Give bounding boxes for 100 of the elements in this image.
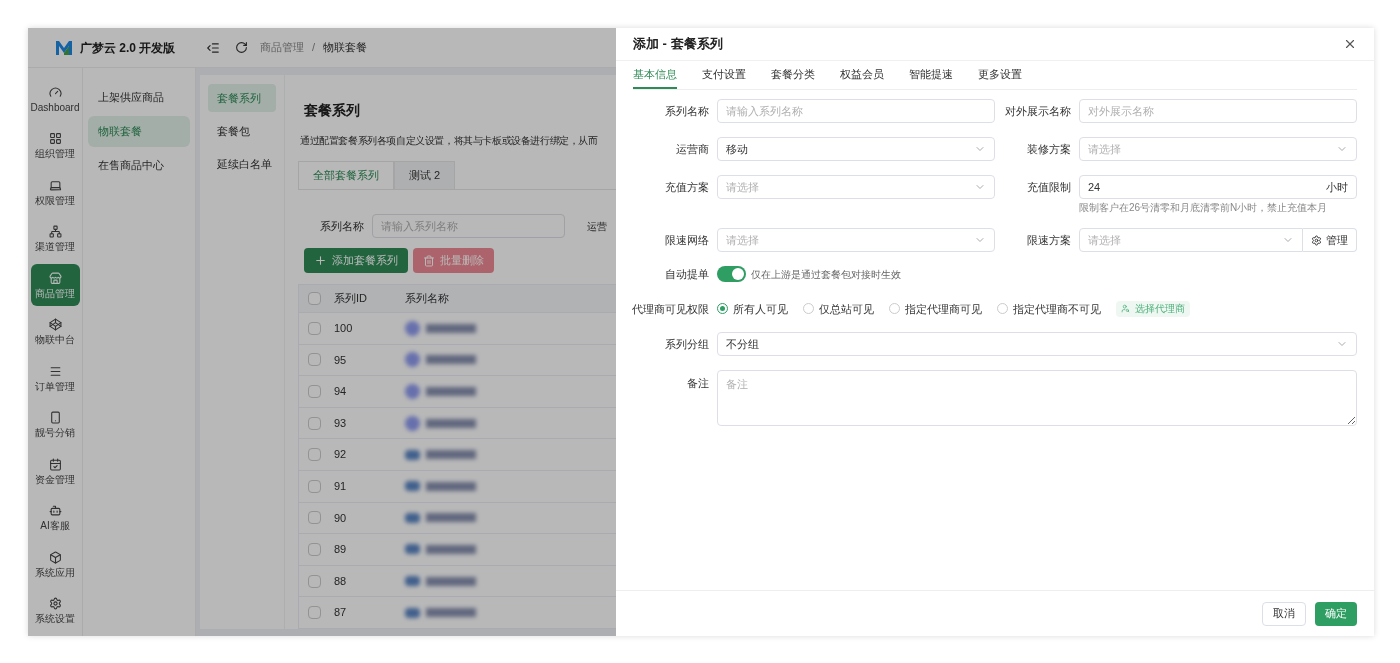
field-label: 充值方案 [664,180,710,195]
checkbox[interactable] [308,574,321,588]
network-icon [48,225,62,238]
table-cell-text: 95 [334,352,348,368]
cancel-button[interactable]: 取消 [1262,601,1306,626]
settings-icon [1311,234,1322,246]
submenu-item[interactable]: 上架供应商品 [88,82,190,113]
add-button[interactable]: 添加套餐系列 [304,248,408,273]
checkbox[interactable] [308,292,321,305]
manage-button[interactable]: 管理 [1303,228,1357,252]
checkbox[interactable] [308,385,321,398]
collapse-icon[interactable] [206,40,220,55]
logo-icon [56,40,72,55]
rail-item[interactable]: 物联中台 [30,310,80,353]
cube-icon [48,318,62,331]
checkbox[interactable] [308,448,321,462]
field-label: 自动提单 [664,267,710,282]
hint-text: 仅在上游是通过套餐包对接时生效 [751,267,901,282]
blurred-name [405,544,476,555]
blurred-name [405,352,476,368]
field-label: 充值限制 [1026,180,1072,195]
select-field[interactable]: 不分组 [717,332,1357,356]
tab[interactable]: 权益会员 [840,61,884,89]
close-icon[interactable] [1343,37,1357,51]
checkbox[interactable] [308,479,321,493]
rail-item[interactable]: 订单管理 [30,357,80,399]
checkbox[interactable] [308,416,321,430]
checkbox[interactable] [308,353,321,367]
radio-option[interactable]: 仅总站可见 [803,300,874,317]
radio-option[interactable]: 指定代理商可见 [889,300,982,317]
blurred-name [405,449,476,460]
rail-item[interactable]: 渠道管理 [30,217,80,260]
filter-label: 运营 [587,219,607,234]
rail-item[interactable]: 组织管理 [30,124,80,167]
grid-icon [48,132,62,145]
blurred-name [405,481,476,492]
tab[interactable]: 基本信息 [633,61,677,89]
select-field[interactable]: 移动 [717,137,995,161]
breadcrumb-item[interactable]: 物联套餐 [323,39,368,56]
field-label: 限速网络 [664,233,710,248]
section-item[interactable]: 套餐包 [208,117,276,145]
blurred-name [405,576,476,587]
checkbox[interactable] [308,321,321,335]
field-label: 限速方案 [1026,233,1072,248]
laptop-icon [48,178,62,192]
page-title: 套餐系列 [304,101,360,120]
field-label: 对外展示名称 [1004,104,1072,119]
radio-option[interactable]: 指定代理商不可见 [997,300,1101,317]
submenu-item[interactable]: 在售商品中心 [88,150,190,181]
remark-field[interactable]: 备注 [717,370,1357,426]
column-header: 系列ID [334,291,368,307]
rail-item[interactable]: Dashboard [30,78,80,120]
field-label: 系列分组 [664,336,710,352]
checkbox[interactable] [308,511,321,525]
toggle-switch[interactable] [717,266,746,283]
blurred-name [405,415,476,431]
field-label: 备注 [686,376,710,391]
table-cell-text: 94 [334,384,348,400]
table-cell-text: 93 [334,415,348,431]
tab[interactable]: 套餐分类 [771,61,815,89]
settings-icon [48,597,62,610]
section-item[interactable]: 延续白名单 [208,150,276,178]
table-cell-text: 100 [334,321,354,337]
input-field[interactable]: 24 小时 [1079,175,1357,199]
rail-item[interactable]: 商品管理 [30,264,80,306]
calendar-icon [48,457,62,471]
table-cell-text: 88 [334,573,348,589]
tab[interactable]: 全部套餐系列 [298,161,394,189]
tab[interactable]: 支付设置 [702,61,746,89]
rail-item[interactable]: 资金管理 [30,450,80,492]
box-icon [48,550,62,564]
tab[interactable]: 更多设置 [978,61,1022,89]
drawer-title: 添加 - 套餐系列 [633,35,723,54]
phone-icon [48,411,62,424]
filter-label: 系列名称 [320,218,364,234]
column-header: 系列名称 [405,291,449,307]
gauge-icon [48,85,62,99]
trash-icon [423,254,435,267]
refresh-icon[interactable] [235,41,248,54]
radio-option[interactable]: 所有人可见 [717,300,788,317]
rail-item[interactable]: 系统应用 [30,543,80,585]
table-cell-text: 90 [334,510,348,526]
tab[interactable]: 测试 2 [394,161,456,189]
blurred-name [405,320,476,336]
rail-item[interactable]: 系统设置 [30,589,80,632]
rail-item[interactable]: 靓号分销 [30,403,80,446]
table-cell-text: 89 [334,542,348,558]
field-label: 装修方案 [1026,142,1072,157]
page-description: 通过配置套餐系列各项自定义设置，将其与卡板或设备进行绑定，从而 [300,134,598,148]
rail-item[interactable]: 权限管理 [30,171,80,213]
field-label: 运营商 [675,142,710,157]
tab[interactable]: 智能提速 [909,61,953,89]
checkbox[interactable] [308,606,321,620]
store-icon [48,271,62,285]
blurred-name [405,607,476,618]
checkbox[interactable] [308,542,321,556]
table-cell-text: 91 [334,479,348,494]
plus-icon [314,254,327,267]
rail-item[interactable]: AI客服 [30,496,80,539]
field-label: 代理商可见权限 [632,301,710,317]
